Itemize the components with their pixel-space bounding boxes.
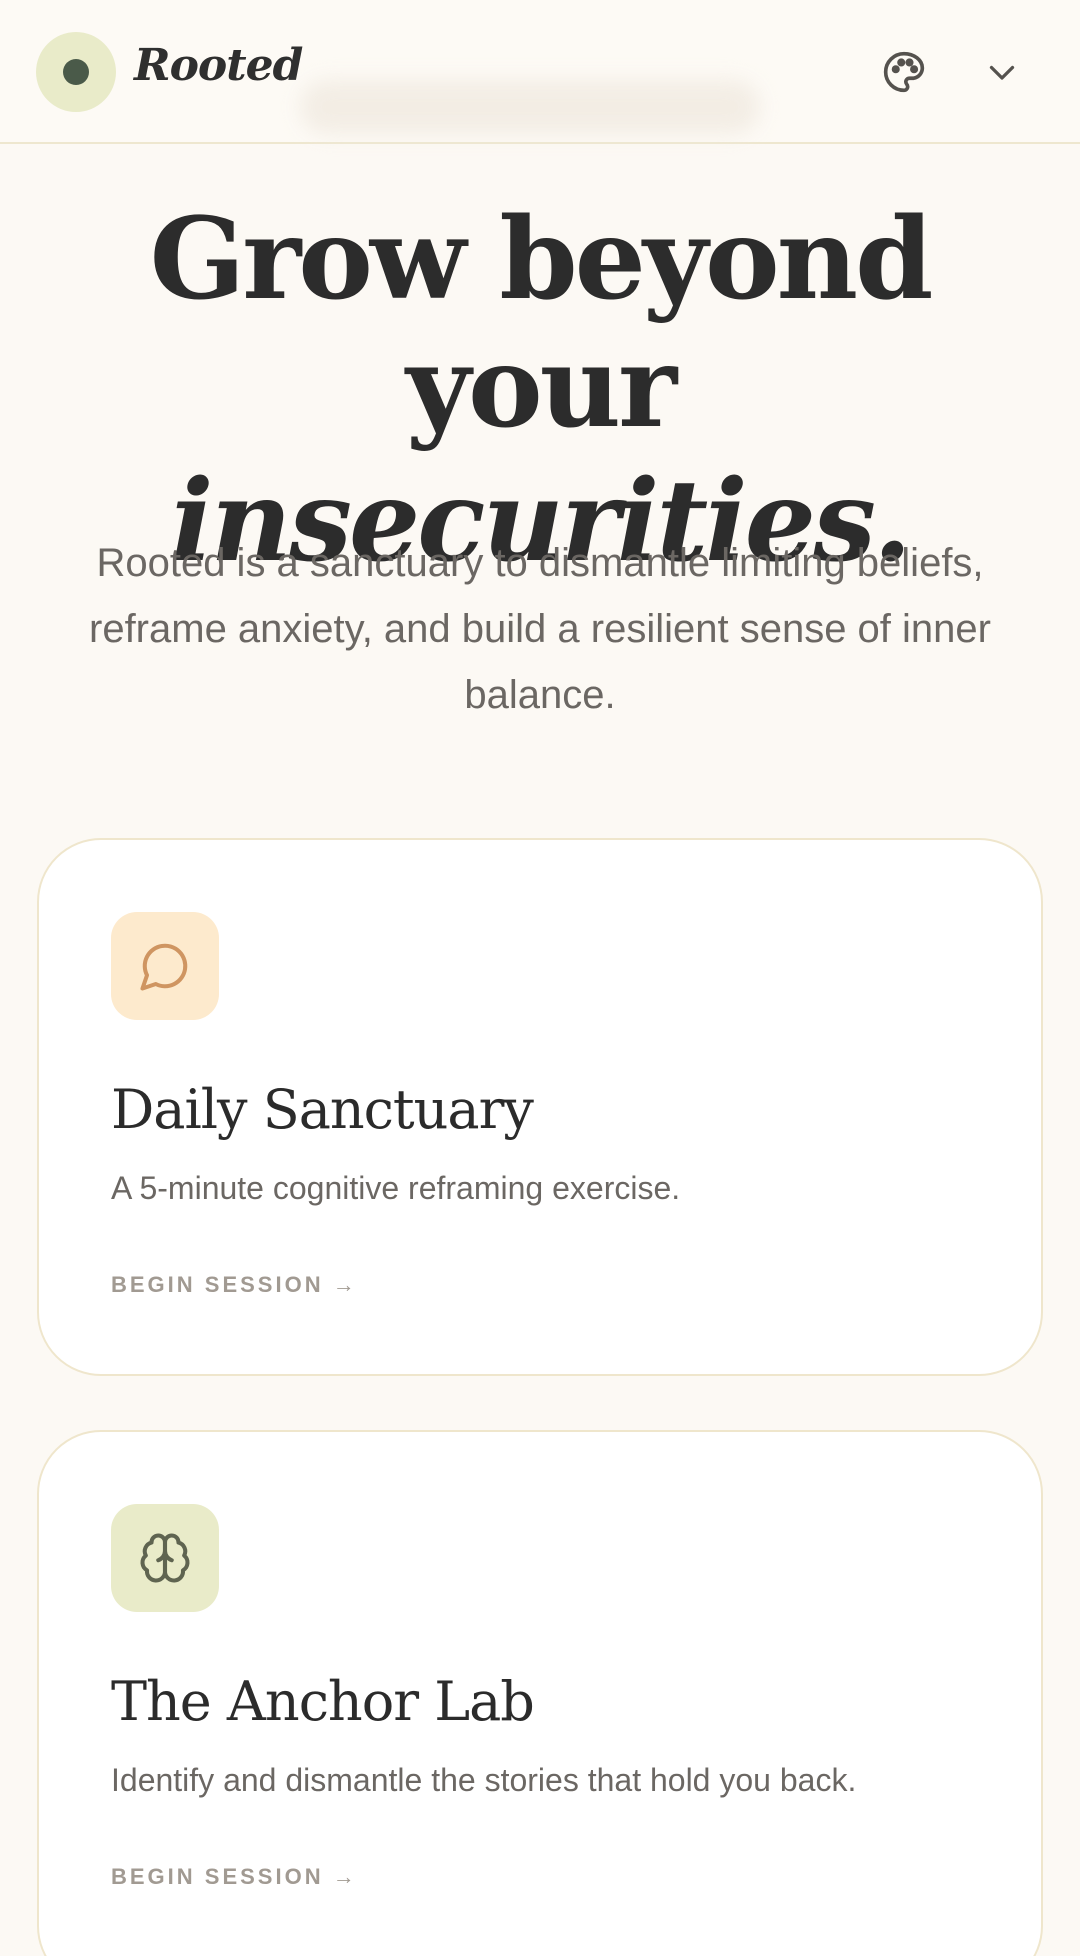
message-circle-icon xyxy=(140,943,188,991)
card-description: Identify and dismantle the stories that … xyxy=(111,1762,857,1798)
begin-session-link[interactable]: BEGIN SESSION → xyxy=(111,1864,358,1890)
chevron-down-icon xyxy=(989,65,1015,80)
hero-subtitle: Rooted is a sanctuary to dismantle limit… xyxy=(89,541,991,717)
palette-icon xyxy=(883,51,925,93)
hero-title-line1: Grow beyond your xyxy=(149,194,934,453)
card-daily-sanctuary[interactable]: Daily Sanctuary A 5-minute cognitive ref… xyxy=(37,838,1043,1376)
card-anchor-lab[interactable]: The Anchor Lab Identify and dismantle th… xyxy=(37,1430,1043,1956)
logo-icon[interactable] xyxy=(36,32,116,112)
card-title: The Anchor Lab xyxy=(111,1670,535,1733)
card-title: Daily Sanctuary xyxy=(111,1078,534,1141)
begin-session-link[interactable]: BEGIN SESSION → xyxy=(111,1272,358,1298)
theme-palette-button[interactable] xyxy=(872,40,936,104)
header-blur-decoration xyxy=(300,80,760,134)
card-icon-container xyxy=(111,912,219,1020)
top-header: Rooted xyxy=(0,0,1080,144)
card-icon-container xyxy=(111,1504,219,1612)
card-description: A 5-minute cognitive reframing exercise. xyxy=(111,1170,681,1206)
brand-name[interactable]: Rooted xyxy=(134,40,303,91)
brain-icon xyxy=(140,1533,190,1583)
menu-dropdown-button[interactable] xyxy=(970,40,1034,104)
logo-dot xyxy=(63,59,89,85)
